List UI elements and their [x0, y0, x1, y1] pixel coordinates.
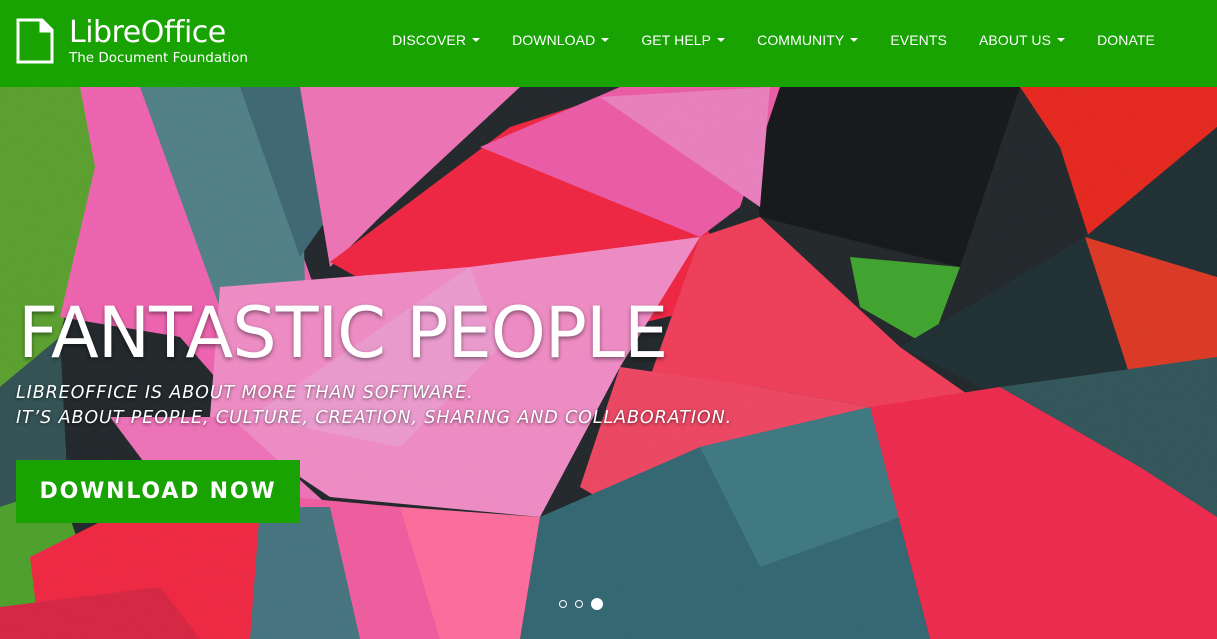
brand-name: LibreOffice: [69, 17, 248, 49]
nav-item-label: DOWNLOAD: [512, 32, 596, 48]
nav-item-discover[interactable]: DISCOVER: [376, 32, 496, 48]
nav-item-label: COMMUNITY: [757, 32, 845, 48]
nav-item-label: EVENTS: [890, 32, 947, 48]
brand-subtitle: The Document Foundation: [69, 50, 248, 66]
nav-item-community[interactable]: COMMUNITY: [741, 32, 874, 48]
main-nav-menu: DISCOVER DOWNLOAD GET HELP COMMUNITY EVENTS A…: [376, 0, 1171, 80]
caret-down-icon: [717, 38, 726, 42]
hero-carousel: FANTASTIC PEOPLE LIBREOFFICE IS ABOUT MO…: [0, 87, 1217, 639]
libreoffice-logo-link[interactable]: LibreOffice The Document Foundation: [16, 17, 248, 67]
hero-title: FANTASTIC PEOPLE: [18, 292, 668, 374]
carousel-dot-2[interactable]: [575, 600, 583, 608]
nav-item-download[interactable]: DOWNLOAD: [496, 32, 625, 48]
carousel-dot-3[interactable]: [591, 598, 603, 610]
carousel-indicators: [559, 598, 611, 610]
nav-item-label: DISCOVER: [392, 32, 467, 48]
hero-subtitle-line-2: IT’S ABOUT PEOPLE, CULTURE, CREATION, SH…: [16, 408, 733, 428]
caret-down-icon: [472, 38, 481, 42]
libreoffice-document-icon: [16, 18, 54, 64]
hero-subtitle-line-1: LIBREOFFICE IS ABOUT MORE THAN SOFTWARE.: [16, 383, 474, 403]
caret-down-icon: [1057, 38, 1066, 42]
nav-item-label: ABOUT US: [978, 32, 1052, 48]
nav-item-get-help[interactable]: GET HELP: [625, 32, 741, 48]
carousel-dot-1[interactable]: [559, 600, 567, 608]
nav-item-about-us[interactable]: ABOUT US: [963, 32, 1081, 48]
nav-item-label: GET HELP: [641, 32, 712, 48]
download-now-button[interactable]: DOWNLOAD NOW: [16, 460, 300, 523]
brand-name-bold: Libre: [69, 15, 141, 50]
nav-item-label: DONATE: [1097, 32, 1155, 48]
nav-item-donate[interactable]: DONATE: [1081, 32, 1171, 48]
top-navbar: LibreOffice The Document Foundation DISC…: [0, 0, 1217, 87]
caret-down-icon: [850, 38, 859, 42]
brand-name-light: Office: [140, 15, 227, 50]
nav-item-events[interactable]: EVENTS: [874, 32, 963, 48]
caret-down-icon: [601, 38, 610, 42]
hero-subtitle: LIBREOFFICE IS ABOUT MORE THAN SOFTWARE.…: [16, 381, 732, 431]
